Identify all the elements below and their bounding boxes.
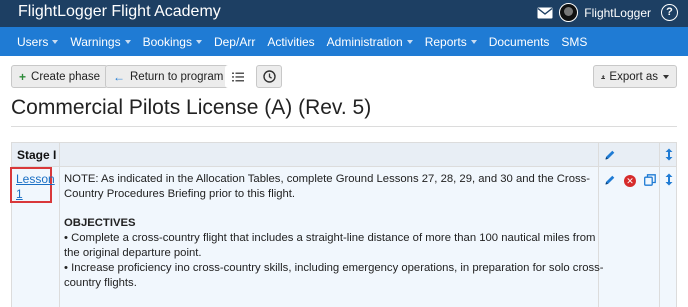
lesson-note: NOTE: As indicated in the Allocation Tab…	[64, 173, 591, 200]
reorder-stage-icon[interactable]	[665, 148, 673, 161]
app-brand[interactable]: FlightLogger Flight Academy	[18, 3, 221, 21]
mail-icon[interactable]	[537, 7, 553, 19]
chevron-down-icon	[663, 74, 669, 79]
lesson-description: NOTE: As indicated in the Allocation Tab…	[64, 172, 604, 291]
nav-reports[interactable]: Reports	[425, 35, 477, 49]
nav-sms[interactable]: SMS	[561, 35, 587, 49]
delete-lesson-icon[interactable]: ✕	[624, 175, 636, 187]
nav-warnings[interactable]: Warnings	[70, 35, 131, 49]
clock-icon	[262, 70, 276, 83]
top-right-controls: FlightLogger ?	[537, 3, 678, 22]
export-as-dropdown[interactable]: Export as	[593, 65, 677, 88]
table-header	[12, 143, 676, 167]
avatar[interactable]	[559, 3, 579, 22]
history-button[interactable]	[256, 65, 282, 88]
page-title: Commercial Pilots License (A) (Rev. 5)	[11, 96, 372, 119]
return-to-program-button[interactable]: ← Return to program	[105, 65, 232, 88]
column-divider	[59, 143, 60, 307]
nav-bookings[interactable]: Bookings	[143, 35, 202, 49]
edit-lesson-pencil-icon[interactable]	[604, 174, 616, 186]
objective-item: • Increase proficiency ino cross-country…	[64, 262, 604, 289]
lesson-1-link[interactable]: Lesson 1	[16, 172, 55, 202]
copy-lesson-icon[interactable]	[644, 174, 656, 186]
title-divider	[11, 126, 677, 127]
chevron-down-icon	[124, 39, 131, 44]
stage-label: Stage I	[17, 148, 57, 162]
top-bar: FlightLogger Flight Academy FlightLogger…	[0, 0, 688, 27]
arrow-left-icon: ←	[113, 69, 125, 84]
list-view-button[interactable]	[225, 65, 251, 88]
user-menu-name[interactable]: FlightLogger	[584, 6, 651, 20]
chevron-down-icon	[195, 39, 202, 44]
nav-dep-arr[interactable]: Dep/Arr	[214, 35, 255, 49]
nav-documents[interactable]: Documents	[489, 35, 550, 49]
objective-item: • Complete a cross-country flight that i…	[64, 232, 596, 259]
chevron-down-icon	[470, 39, 477, 44]
nav-users[interactable]: Users	[17, 35, 59, 49]
reorder-lesson-icon[interactable]	[665, 173, 673, 186]
chevron-down-icon	[406, 39, 413, 44]
column-divider	[659, 143, 660, 307]
download-icon	[601, 74, 606, 79]
edit-stage-pencil-icon[interactable]	[604, 149, 616, 161]
help-icon[interactable]: ?	[661, 4, 678, 21]
chevron-down-icon	[52, 39, 59, 44]
create-phase-button[interactable]: + Create phase	[11, 65, 109, 88]
list-icon	[232, 72, 244, 81]
plus-icon: +	[19, 69, 27, 84]
main-nav: Users Warnings Bookings Dep/Arr Activiti…	[0, 27, 688, 56]
objectives-heading: OBJECTIVES	[64, 217, 136, 229]
nav-activities[interactable]: Activities	[267, 35, 314, 49]
nav-administration[interactable]: Administration	[327, 35, 413, 49]
program-table: Stage I Lesson 1 NOTE: As indicated in t…	[10, 142, 677, 307]
